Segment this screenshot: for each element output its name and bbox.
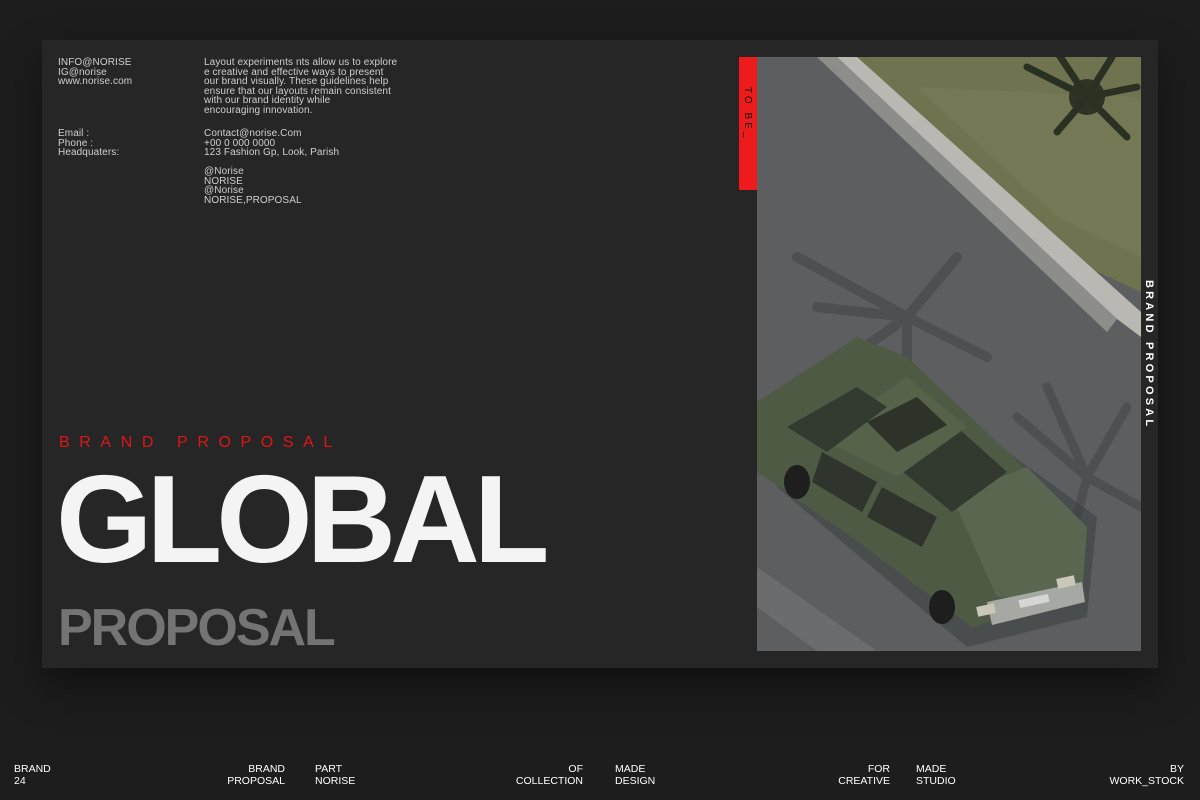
footer-line: FOR [867,763,890,775]
vertical-brand-proposal: BRAND PROPOSAL [1143,280,1155,430]
headline-global: GLOBAL [56,451,549,589]
footer-line: MADE [916,763,947,775]
intro-line: encouraging innovation. [204,104,313,116]
contact-values: Contact@norise.Com +00 0 000 0000 123 Fa… [204,129,339,158]
red-tab-label: TO BE_ [742,87,753,141]
footer-line: BRAND [248,763,285,775]
car-illustration [757,57,1141,651]
slide-card: INFO@NORISE IG@norise www.norise.com Lay… [42,40,1158,668]
subhead-proposal: PROPOSAL [58,599,336,657]
headquarters-value: 123 Fashion Gp, Look, Parish [204,147,340,158]
social-handles: @Norise NORISE @Norise NORISE,PROPOSAL [204,167,302,205]
footer-line: PART [315,763,343,775]
car-photo [757,57,1141,651]
red-tab: TO BE_ [739,57,757,190]
footer-made-design: MADE DESIGN [615,763,656,787]
footer-line: 24 [14,774,26,787]
contact-labels: Email : Phone : Headquaters: [58,129,119,158]
footer-brand-proposal: BRAND PROPOSAL [215,763,285,787]
footer-brand: BRAND 24 [14,763,51,787]
footer-line: BRAND [14,763,51,775]
intro-paragraph: Layout experiments nts allow us to explo… [204,58,397,115]
footer-line: STUDIO [916,774,956,787]
footer-work-stock: BY WORK_STOCK [1090,763,1184,787]
social-line: NORISE,PROPOSAL [204,194,302,206]
footer-collection: OF COLLECTION [505,763,583,787]
footer-line: DESIGN [615,774,656,787]
footer-creative: FOR CREATIVE [830,763,890,787]
footer-line: CREATIVE [838,774,890,787]
footer-line: PROPOSAL [227,774,285,787]
footer-line: COLLECTION [515,774,583,787]
footer-line: NORISE [315,774,356,787]
footer-studio: MADE STUDIO [916,763,956,787]
headquarters-label: Headquaters: [58,147,120,158]
contact-website: www.norise.com [58,76,133,87]
footer-line: WORK_STOCK [1109,774,1184,787]
footer-line: BY [1169,763,1184,775]
kicker-brand-proposal: BRAND PROPOSAL [59,434,342,451]
footer-line: OF [568,763,583,775]
contact-top: INFO@NORISE IG@norise www.norise.com [58,58,132,87]
footer-part: PART NORISE [315,763,356,787]
footer-line: MADE [615,763,646,775]
